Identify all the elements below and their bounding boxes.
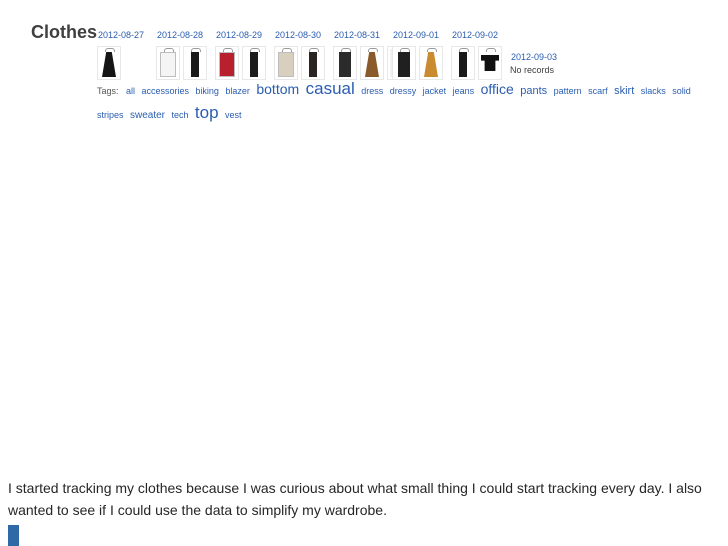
page-title: Clothes (31, 22, 98, 42)
garment-image (219, 52, 235, 77)
day-column: 2012-08-31? (333, 30, 411, 80)
outfit-items (156, 45, 207, 80)
outfit-items (392, 45, 443, 80)
tag-blazer[interactable]: blazer (225, 86, 250, 96)
day-column: 2012-08-29 (215, 30, 270, 80)
tag-solid[interactable]: solid (672, 86, 691, 96)
tag-stripes[interactable]: stripes (97, 110, 124, 120)
clothing-thumbnail-top[interactable] (392, 46, 416, 80)
day-column: 2012-09-02 (451, 30, 506, 80)
tag-tech[interactable]: tech (171, 110, 188, 120)
tag-biking[interactable]: biking (195, 86, 219, 96)
date-link[interactable]: 2012-08-31 (334, 30, 380, 40)
clothing-thumbnail-pants[interactable] (451, 46, 475, 80)
tag-dress[interactable]: dress (361, 86, 383, 96)
hanger-icon (486, 48, 496, 52)
tag-all[interactable]: all (126, 86, 135, 96)
day-column: 2012-08-27 (97, 30, 152, 80)
tag-pants[interactable]: pants (520, 85, 547, 97)
clothing-thumbnail-shirt[interactable] (215, 46, 239, 80)
garment-image (250, 52, 258, 77)
tag-pattern[interactable]: pattern (554, 86, 582, 96)
garment-image (481, 55, 499, 71)
tag-jacket[interactable]: jacket (423, 86, 447, 96)
tag-jeans[interactable]: jeans (453, 86, 475, 96)
tag-office[interactable]: office (481, 81, 514, 97)
garment-image (424, 52, 438, 77)
date-link[interactable]: 2012-08-29 (216, 30, 262, 40)
clothing-thumbnail-skirt[interactable] (360, 46, 384, 80)
tag-vest[interactable]: vest (225, 110, 242, 120)
garment-image (191, 52, 199, 77)
garment-image (398, 52, 410, 77)
day-column: 2012-08-28 (156, 30, 211, 80)
garment-image (459, 52, 467, 77)
tag-slacks[interactable]: slacks (641, 86, 666, 96)
clothing-thumbnail-pants[interactable] (183, 46, 207, 80)
outfit-items (97, 45, 121, 80)
clothing-thumbnail-skirt[interactable] (419, 46, 443, 80)
date-link[interactable]: 2012-08-30 (275, 30, 321, 40)
garment-image (365, 52, 379, 77)
clothing-thumbnail-pants[interactable] (242, 46, 266, 80)
garment-image (339, 52, 351, 77)
outfit-items (274, 45, 325, 80)
date-link[interactable]: 2012-09-01 (393, 30, 439, 40)
garment-image (160, 52, 176, 77)
hanger-icon (427, 48, 437, 52)
clothing-thumbnail-blazer[interactable] (274, 46, 298, 80)
outfit-items (451, 45, 502, 80)
garment-image (309, 52, 317, 77)
tag-casual[interactable]: casual (306, 79, 355, 98)
no-records-day: 2012-09-03 No records (510, 52, 557, 75)
day-column: 2012-08-30 (274, 30, 329, 80)
day-column: 2012-09-01 (392, 30, 447, 80)
garment-image (102, 52, 116, 77)
clothing-thumbnail-top[interactable] (333, 46, 357, 80)
day-strip: 2012-08-27 2012-08-28 2012-08-29 2012-08-30… (97, 30, 506, 80)
tag-cloud: Tags: all accessories biking blazer bott… (97, 78, 697, 127)
tag-bottom[interactable]: bottom (256, 81, 299, 97)
slide-caption: I started tracking my clothes because I … (8, 480, 702, 518)
slide-accent-bar (8, 525, 19, 546)
outfit-items (215, 45, 266, 80)
date-link[interactable]: 2012-09-02 (452, 30, 498, 40)
hanger-icon (368, 48, 378, 52)
no-records-label: No records (510, 65, 555, 75)
tag-scarf[interactable]: scarf (588, 86, 608, 96)
tag-skirt[interactable]: skirt (614, 85, 634, 97)
tag-dressy[interactable]: dressy (390, 86, 417, 96)
tag-accessories[interactable]: accessories (141, 86, 189, 96)
hanger-icon (105, 48, 115, 52)
tag-top[interactable]: top (195, 103, 219, 122)
date-link[interactable]: 2012-08-28 (157, 30, 203, 40)
clothing-thumbnail-pants[interactable] (301, 46, 325, 80)
clothing-thumbnail-tshirt[interactable] (478, 46, 502, 80)
clothing-thumbnail-dress[interactable] (97, 46, 121, 80)
garment-image (278, 52, 294, 77)
date-link[interactable]: 2012-08-27 (98, 30, 144, 40)
tags-label: Tags: (97, 86, 119, 96)
clothing-thumbnail-shirt[interactable] (156, 46, 180, 80)
tag-sweater[interactable]: sweater (130, 110, 165, 121)
date-link[interactable]: 2012-09-03 (511, 52, 557, 62)
